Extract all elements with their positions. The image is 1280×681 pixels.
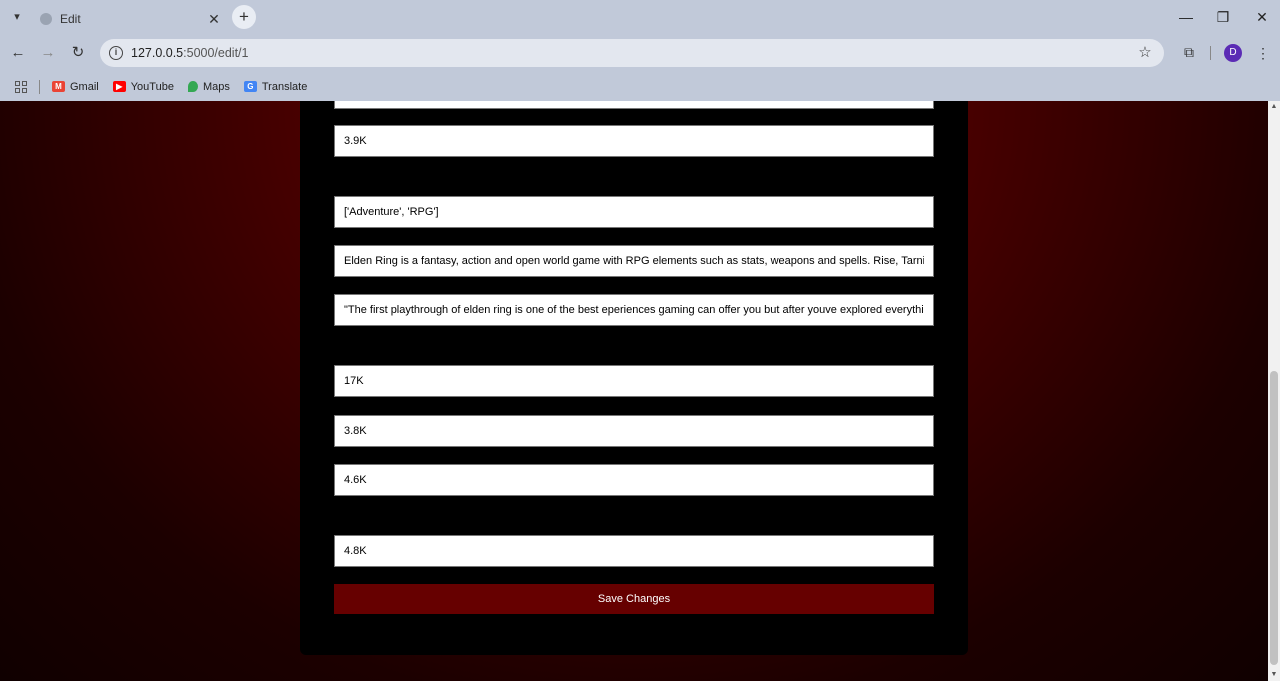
url-text[interactable]: 127.0.0.5:5000/edit/1 bbox=[131, 46, 1136, 60]
back-button[interactable]: ← bbox=[7, 42, 29, 64]
toolbar-divider bbox=[1210, 46, 1211, 60]
bookmarks-divider bbox=[39, 79, 40, 94]
url-host: 127.0.0.5 bbox=[131, 46, 184, 60]
browser-toolbar: ← → ↻ i 127.0.0.5:5000/edit/1 ☆ ⧉ D ⋮ bbox=[0, 34, 1280, 72]
page-viewport: Save Changes bbox=[0, 101, 1268, 681]
scroll-up-arrow-icon[interactable]: ▲ bbox=[1270, 103, 1278, 111]
save-changes-button[interactable]: Save Changes bbox=[334, 584, 934, 614]
youtube-icon: ▶ bbox=[112, 81, 126, 92]
site-info-icon[interactable]: i bbox=[109, 46, 123, 60]
extensions-puzzle-icon[interactable]: ⧉ bbox=[1180, 43, 1198, 61]
restore-button[interactable]: ❐ bbox=[1211, 6, 1235, 28]
bookmarks-bar: M Gmail ▶ YouTube Maps G Translate bbox=[0, 72, 1280, 101]
apps-grid-icon[interactable] bbox=[15, 80, 27, 93]
form-field-followers[interactable] bbox=[334, 125, 934, 157]
bookmark-star-icon[interactable]: ☆ bbox=[1136, 44, 1154, 62]
scrollbar-thumb[interactable] bbox=[1270, 371, 1278, 665]
url-path: :5000/edit/1 bbox=[183, 46, 249, 60]
address-bar[interactable]: i 127.0.0.5:5000/edit/1 ☆ bbox=[100, 39, 1164, 67]
minimize-button[interactable]: — bbox=[1174, 6, 1198, 28]
profile-avatar[interactable]: D bbox=[1224, 44, 1242, 62]
gmail-icon: M bbox=[52, 81, 65, 92]
bookmark-label: YouTube bbox=[130, 80, 174, 93]
bookmark-label: Translate bbox=[261, 80, 308, 93]
form-field-stat-2[interactable] bbox=[334, 415, 934, 447]
forward-button[interactable]: → bbox=[37, 42, 59, 64]
reload-button[interactable]: ↻ bbox=[67, 42, 89, 64]
close-window-button[interactable]: ✕ bbox=[1250, 6, 1274, 28]
globe-icon bbox=[40, 13, 52, 25]
bookmark-maps[interactable]: Maps bbox=[187, 80, 230, 93]
scroll-down-arrow-icon[interactable]: ▼ bbox=[1270, 671, 1278, 679]
form-field-genres[interactable] bbox=[334, 196, 934, 228]
bookmark-translate[interactable]: G Translate bbox=[243, 80, 308, 93]
bookmark-gmail[interactable]: M Gmail bbox=[52, 81, 99, 93]
page-scrollbar[interactable]: ▲ ▼ bbox=[1268, 101, 1280, 681]
maps-icon bbox=[187, 81, 198, 92]
tab-title: Edit bbox=[60, 12, 81, 26]
bookmark-label: Gmail bbox=[70, 80, 99, 93]
edit-form-panel: Save Changes bbox=[300, 101, 968, 655]
bookmark-youtube[interactable]: ▶ YouTube bbox=[112, 80, 174, 93]
tab-bar: ▾ Edit ✕ + — ❐ ✕ bbox=[0, 0, 1280, 34]
new-tab-button[interactable]: + bbox=[232, 5, 256, 29]
form-field-top[interactable] bbox=[334, 101, 934, 109]
form-field-stat-4[interactable] bbox=[334, 535, 934, 567]
form-field-description[interactable] bbox=[334, 245, 934, 277]
browser-tab[interactable]: Edit ✕ bbox=[30, 4, 228, 34]
kebab-menu-icon[interactable]: ⋮ bbox=[1256, 43, 1270, 63]
translate-icon: G bbox=[243, 81, 257, 92]
tab-close-icon[interactable]: ✕ bbox=[206, 11, 222, 27]
form-field-stat-3[interactable] bbox=[334, 464, 934, 496]
form-field-stat-1[interactable] bbox=[334, 365, 934, 397]
form-field-review[interactable] bbox=[334, 294, 934, 326]
tab-search-chevron-icon[interactable]: ▾ bbox=[8, 8, 26, 26]
bookmark-label: Maps bbox=[202, 80, 230, 93]
